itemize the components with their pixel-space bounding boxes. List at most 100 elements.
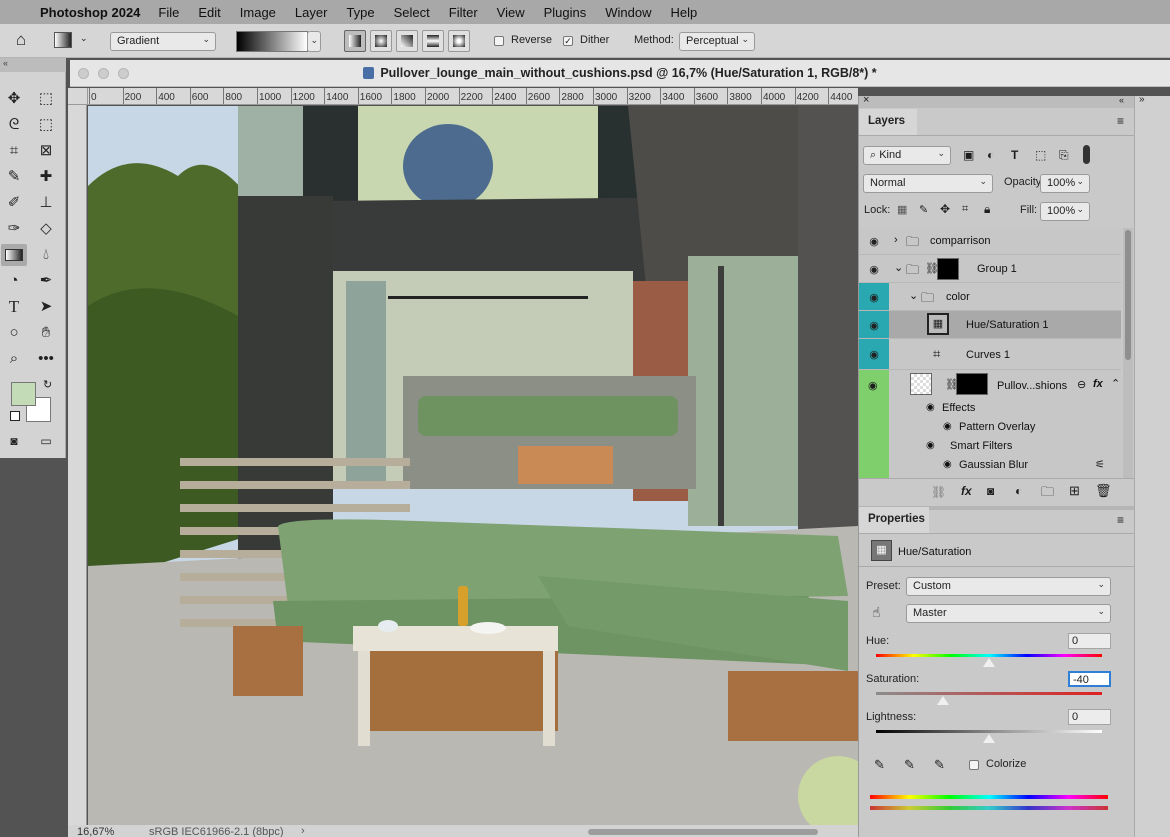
saturation-field[interactable]: -40 — [1068, 671, 1111, 687]
visibility-eye-icon[interactable]: ◉ — [943, 421, 952, 432]
hue-slider-knob[interactable] — [983, 658, 995, 667]
pattern-overlay-label[interactable]: Pattern Overlay — [959, 421, 1035, 433]
menu-view[interactable]: View — [497, 5, 525, 20]
menu-image[interactable]: Image — [240, 5, 276, 20]
move-tool-icon[interactable]: ✥ — [1, 88, 27, 110]
history-brush-tool-icon[interactable]: ✑ — [1, 218, 27, 240]
clone-stamp-tool-icon[interactable]: ⊥ — [33, 192, 59, 214]
menu-edit[interactable]: Edit — [198, 5, 220, 20]
collapse-icon[interactable]: « — [0, 58, 66, 72]
close-panel-icon[interactable]: × — [863, 94, 869, 106]
delete-layer-icon[interactable]: 🗑︎ — [1095, 483, 1112, 499]
path-selection-tool-icon[interactable]: ➤ — [33, 296, 59, 318]
menu-select[interactable]: Select — [394, 5, 430, 20]
smart-object-thumbnail[interactable] — [910, 373, 932, 395]
filter-smart-objects-icon[interactable]: ⎘ — [1059, 148, 1069, 163]
collapse-panels-icon[interactable]: « — [1119, 95, 1124, 105]
hue-slider-track[interactable] — [876, 654, 1102, 657]
visibility-eye-icon[interactable]: ◉ — [859, 283, 889, 310]
gaussian-blur-label[interactable]: Gaussian Blur — [959, 459, 1028, 471]
eraser-tool-icon[interactable]: ◇ — [33, 218, 59, 240]
menu-help[interactable]: Help — [671, 5, 698, 20]
filter-pixel-layers-icon[interactable]: ▣ — [963, 148, 974, 162]
hand-tool-icon[interactable]: ✋︎ — [33, 322, 59, 344]
visibility-eye-icon[interactable]: ◉ — [926, 440, 935, 451]
home-icon[interactable]: ⌂ — [8, 29, 34, 51]
layer-row-group-1[interactable]: ◉ ⌄ 🗀︎ ⛓︎ Group 1 — [859, 255, 1121, 283]
lightness-slider-track[interactable] — [876, 730, 1102, 733]
fx-icon[interactable]: fx — [1093, 378, 1103, 390]
swap-colors-icon[interactable]: ↻ — [43, 378, 52, 391]
eyedropper-tool-icon[interactable]: ✎ — [1, 166, 27, 188]
radial-gradient-button[interactable] — [370, 30, 392, 52]
filter-shape-layers-icon[interactable]: ⬚ — [1035, 148, 1046, 162]
layers-scrollbar[interactable] — [1123, 228, 1133, 478]
new-layer-icon[interactable]: ⊞ — [1069, 483, 1080, 499]
new-group-icon[interactable]: 🗀︎ — [1041, 483, 1054, 505]
app-name[interactable]: Photoshop 2024 — [40, 5, 140, 20]
layer-row-curves-1[interactable]: ◉ ⌗ Curves 1 — [859, 339, 1121, 370]
marquee-tool-icon[interactable]: ⬚ — [33, 88, 59, 110]
menu-plugins[interactable]: Plugins — [544, 5, 587, 20]
menu-file[interactable]: File — [158, 5, 179, 20]
dither-checkbox[interactable]: ✓ — [563, 36, 573, 46]
lasso-tool-icon[interactable]: ᘓ — [1, 114, 27, 136]
object-selection-tool-icon[interactable]: ⬚ — [33, 114, 59, 136]
channel-dropdown[interactable]: Master ⌄ — [906, 604, 1111, 623]
gradient-swatch[interactable] — [236, 31, 308, 52]
link-layers-icon[interactable]: ⛓︎ — [931, 485, 946, 499]
gradient-tool-preset-icon[interactable] — [54, 32, 72, 48]
eyedropper-icon[interactable]: ✎ — [874, 757, 885, 773]
layer-row-color[interactable]: ◉ ⌄ 🗀︎ color — [859, 283, 1121, 311]
filter-blending-options-icon[interactable]: ⚟ — [1095, 458, 1105, 471]
lock-all-icon[interactable]: 🔒︎ — [984, 202, 990, 217]
gradient-swatch-dropdown[interactable]: ⌄ — [307, 31, 321, 52]
gradient-tool-icon[interactable] — [1, 244, 27, 266]
menu-filter[interactable]: Filter — [449, 5, 478, 20]
lock-image-icon[interactable]: ✎ — [919, 203, 928, 216]
gradient-preset-dropdown[interactable]: Gradient ⌄ — [110, 32, 216, 51]
frame-tool-icon[interactable]: ⊠ — [33, 140, 59, 162]
screen-mode-icon[interactable]: ▭ — [33, 430, 59, 452]
horizontal-scrollbar[interactable] — [588, 829, 818, 835]
expand-chevron-icon[interactable]: › — [894, 234, 898, 246]
lock-artboard-icon[interactable]: ⌗ — [962, 203, 968, 216]
zoom-level[interactable]: 16,67% — [77, 826, 114, 837]
eyedropper-minus-icon[interactable]: ✎ — [934, 757, 945, 773]
brush-tool-icon[interactable]: ✐ — [1, 192, 27, 214]
layer-row-hue-saturation-1[interactable]: ◉ ▦ Hue/Saturation 1 — [859, 311, 1121, 339]
blur-tool-icon[interactable]: 💧︎ — [33, 244, 59, 266]
ellipse-tool-icon[interactable]: ○ — [1, 322, 27, 344]
more-tools-icon[interactable]: ••• — [33, 348, 59, 370]
lock-position-icon[interactable]: ✥ — [940, 202, 950, 216]
eyedropper-plus-icon[interactable]: ✎ — [904, 757, 915, 773]
collapse-chevron-icon[interactable]: ⌄ — [894, 261, 903, 274]
dodge-tool-icon[interactable]: ◔ — [1, 270, 27, 292]
filter-toggle-icon[interactable] — [1083, 145, 1090, 164]
status-menu-chevron-icon[interactable]: › — [301, 825, 305, 837]
preset-dropdown[interactable]: Custom ⌄ — [906, 577, 1111, 596]
add-layer-style-icon[interactable]: fx — [961, 484, 972, 498]
zoom-tool-icon[interactable]: ⌕ — [1, 348, 27, 370]
linear-gradient-button[interactable] — [344, 30, 366, 52]
fill-field[interactable]: 100% ⌄ — [1040, 202, 1090, 221]
targeted-adjustment-hand-icon[interactable]: ☝︎ — [872, 604, 881, 621]
lightness-slider-knob[interactable] — [983, 734, 995, 743]
menu-window[interactable]: Window — [605, 5, 651, 20]
layers-panel-menu-icon[interactable]: ≡ — [1117, 114, 1124, 128]
lock-transparent-icon[interactable]: ▦ — [897, 203, 907, 216]
reflected-gradient-button[interactable] — [422, 30, 444, 52]
visibility-eye-icon[interactable]: ◉ — [859, 255, 889, 282]
chevron-down-icon[interactable]: ⌄ — [80, 33, 88, 44]
layer-row-pullover[interactable]: ◉ ⛓︎ Pullov...shions ⊖ fx ⌃ ◉ Effects ◉ … — [859, 370, 1121, 478]
visibility-eye-icon[interactable]: ◉ — [859, 339, 889, 369]
method-dropdown[interactable]: Perceptual ⌄ — [679, 32, 755, 51]
layer-mask-thumbnail[interactable] — [956, 373, 988, 395]
filter-type-layers-icon[interactable]: T — [1011, 148, 1018, 162]
healing-brush-tool-icon[interactable]: ✚ — [33, 166, 59, 188]
lightness-field[interactable]: 0 — [1068, 709, 1111, 725]
properties-panel-menu-icon[interactable]: ≡ — [1117, 513, 1124, 527]
collapse-effects-icon[interactable]: ⌃ — [1111, 377, 1120, 390]
visibility-eye-icon[interactable]: ◉ — [859, 311, 889, 338]
visibility-eye-icon[interactable]: ◉ — [926, 402, 935, 413]
